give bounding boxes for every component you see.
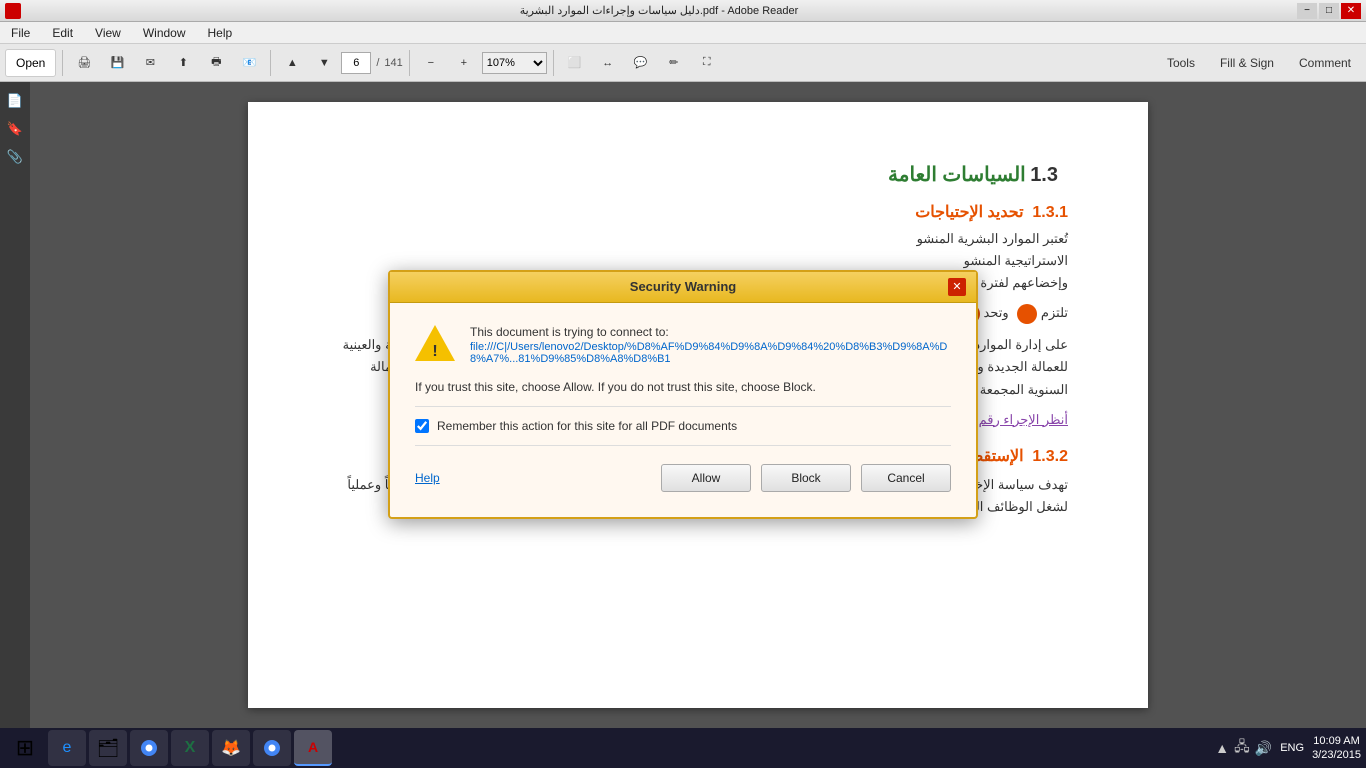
dialog-separator (415, 406, 951, 407)
dialog-overlay: Security Warning ✕ ! This document is tr… (0, 0, 1366, 728)
clock-date: 3/23/2015 (1312, 748, 1361, 762)
taskbar-chrome[interactable] (130, 730, 168, 766)
help-link[interactable]: Help (415, 471, 440, 485)
dialog-separator-2 (415, 445, 951, 446)
allow-button[interactable]: Allow (661, 464, 751, 492)
dialog-url: file:///C|/Users/lenovo2/Desktop/%D8%AF%… (470, 341, 951, 365)
tray-lang[interactable]: ENG (1280, 742, 1304, 754)
dialog-titlebar: Security Warning ✕ (390, 272, 976, 303)
clock[interactable]: 10:09 AM 3/23/2015 (1312, 734, 1361, 763)
dialog-message-block: This document is trying to connect to: f… (470, 323, 951, 365)
action-buttons: Allow Block Cancel (661, 464, 951, 492)
taskbar-explorer[interactable]: 🗂 (89, 730, 127, 766)
dialog-close-button[interactable]: ✕ (948, 278, 966, 296)
system-tray: ▲ 🖧 🔊 (1215, 736, 1272, 760)
taskbar-firefox[interactable]: 🦊 (212, 730, 250, 766)
dialog-icon-row: ! This document is trying to connect to:… (415, 323, 951, 365)
dialog-body: ! This document is trying to connect to:… (390, 303, 976, 517)
taskbar-excel[interactable]: X (171, 730, 209, 766)
block-button[interactable]: Block (761, 464, 851, 492)
dialog-title: Security Warning (418, 279, 948, 294)
tray-network-icon: 🖧 (1234, 736, 1250, 760)
tray-arrow-icon[interactable]: ▲ (1215, 740, 1229, 756)
remember-checkbox-label[interactable]: Remember this action for this site for a… (437, 419, 737, 433)
remember-checkbox[interactable] (415, 419, 429, 433)
taskbar-chrome2[interactable] (253, 730, 291, 766)
warning-exclamation: ! (432, 343, 437, 361)
clock-time: 10:09 AM (1312, 734, 1361, 748)
taskbar-ie[interactable]: e (48, 730, 86, 766)
dialog-trust-message: If you trust this site, choose Allow. If… (415, 380, 951, 394)
start-button[interactable]: ⊞ (5, 730, 45, 766)
tray-volume-icon: 🔊 (1255, 740, 1272, 757)
dialog-message-line1: This document is trying to connect to: (470, 323, 951, 341)
taskbar-right: ▲ 🖧 🔊 ENG 10:09 AM 3/23/2015 (1215, 734, 1361, 763)
taskbar: ⊞ e 🗂 X 🦊 A ▲ 🖧 🔊 ENG 10:09 AM 3/23/2015 (0, 728, 1366, 768)
warning-icon: ! (415, 323, 455, 363)
cancel-button[interactable]: Cancel (861, 464, 951, 492)
security-warning-dialog: Security Warning ✕ ! This document is tr… (388, 270, 978, 519)
taskbar-acrobat[interactable]: A (294, 730, 332, 766)
dialog-buttons: Help Allow Block Cancel (415, 456, 951, 497)
remember-checkbox-row: Remember this action for this site for a… (415, 419, 951, 433)
